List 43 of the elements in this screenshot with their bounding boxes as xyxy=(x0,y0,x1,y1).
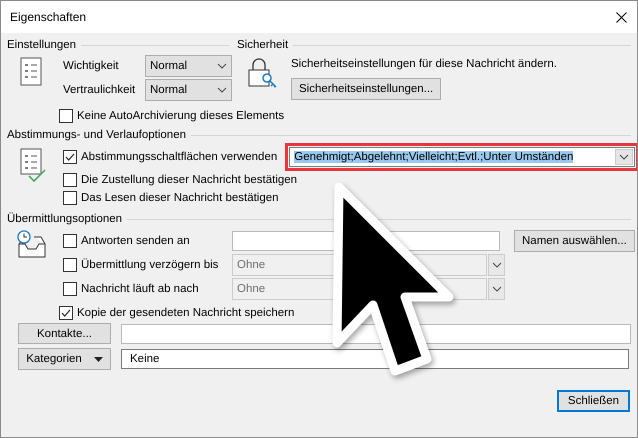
window-title: Eigenschaften xyxy=(10,10,86,24)
checkbox-label: Kopie der gesendeten Nachricht speichern xyxy=(77,306,294,318)
chevron-down-icon[interactable] xyxy=(217,63,227,69)
field-label: Vertraulichkeit xyxy=(63,84,136,96)
contacts-button[interactable]: Kontakte... xyxy=(18,323,111,344)
voting-choices-field[interactable]: Genehmigt;Abgelehnt;Vielleicht;Evtl.;Unter Umständen xyxy=(289,147,636,167)
section-heading: Übermittlungsoptionen xyxy=(7,213,122,225)
dropdown-field[interactable]: Normal xyxy=(145,79,232,101)
checkbox[interactable] xyxy=(63,234,77,248)
chevron-down-icon[interactable] xyxy=(492,262,502,268)
checkbox[interactable] xyxy=(63,190,77,204)
security-settings-button[interactable]: Sicherheitseinstellungen... xyxy=(291,78,442,100)
chevron-down-icon[interactable] xyxy=(217,87,227,93)
dropdown-field[interactable]: Normal xyxy=(145,55,232,77)
checkbox[interactable] xyxy=(63,150,77,164)
chevron-down-icon[interactable] xyxy=(492,286,502,292)
dropdown-button[interactable] xyxy=(488,278,505,300)
checkbox-label: Nachricht läuft ab nach xyxy=(81,283,199,295)
chevron-down-icon[interactable] xyxy=(619,154,630,160)
checkbox[interactable] xyxy=(59,108,73,122)
checkbox-label: Die Zustellung dieser Nachricht bestätigen xyxy=(81,174,298,186)
field-label: Wichtigkeit xyxy=(63,60,120,72)
categories-field[interactable]: Keine xyxy=(121,349,629,369)
checkbox-label: Das Lesen dieser Nachricht bestätigen xyxy=(81,192,279,204)
close-icon[interactable] xyxy=(616,12,627,22)
checkbox-label: Keine AutoArchivierung dieses Elements xyxy=(77,110,284,122)
caret-icon xyxy=(94,356,103,362)
inbox-clock-icon xyxy=(16,230,47,260)
checklist-icon xyxy=(20,148,46,182)
section-heading: Einstellungen xyxy=(7,39,76,51)
checkbox-label: Antworten senden an xyxy=(81,235,190,247)
description-text: Sicherheitseinstellungen für diese Nachricht ändern. xyxy=(291,58,557,70)
checkbox-label: Abstimmungsschaltflächen verwenden xyxy=(81,151,278,163)
section-heading: Sicherheit xyxy=(237,39,288,51)
close-button[interactable]: Schließen xyxy=(557,390,630,412)
checkbox[interactable] xyxy=(63,172,77,186)
select-names-button[interactable]: Namen auswählen... xyxy=(514,230,635,252)
lock-key-icon xyxy=(247,57,277,89)
dropdown-button[interactable] xyxy=(488,254,505,276)
checkbox[interactable] xyxy=(59,306,73,320)
checkbox-label: Übermittlung verzögern bis xyxy=(81,259,218,271)
categories-button[interactable]: Kategorien xyxy=(18,348,111,370)
section-heading: Abstimmungs- und Verlaufoptionen xyxy=(7,129,186,141)
